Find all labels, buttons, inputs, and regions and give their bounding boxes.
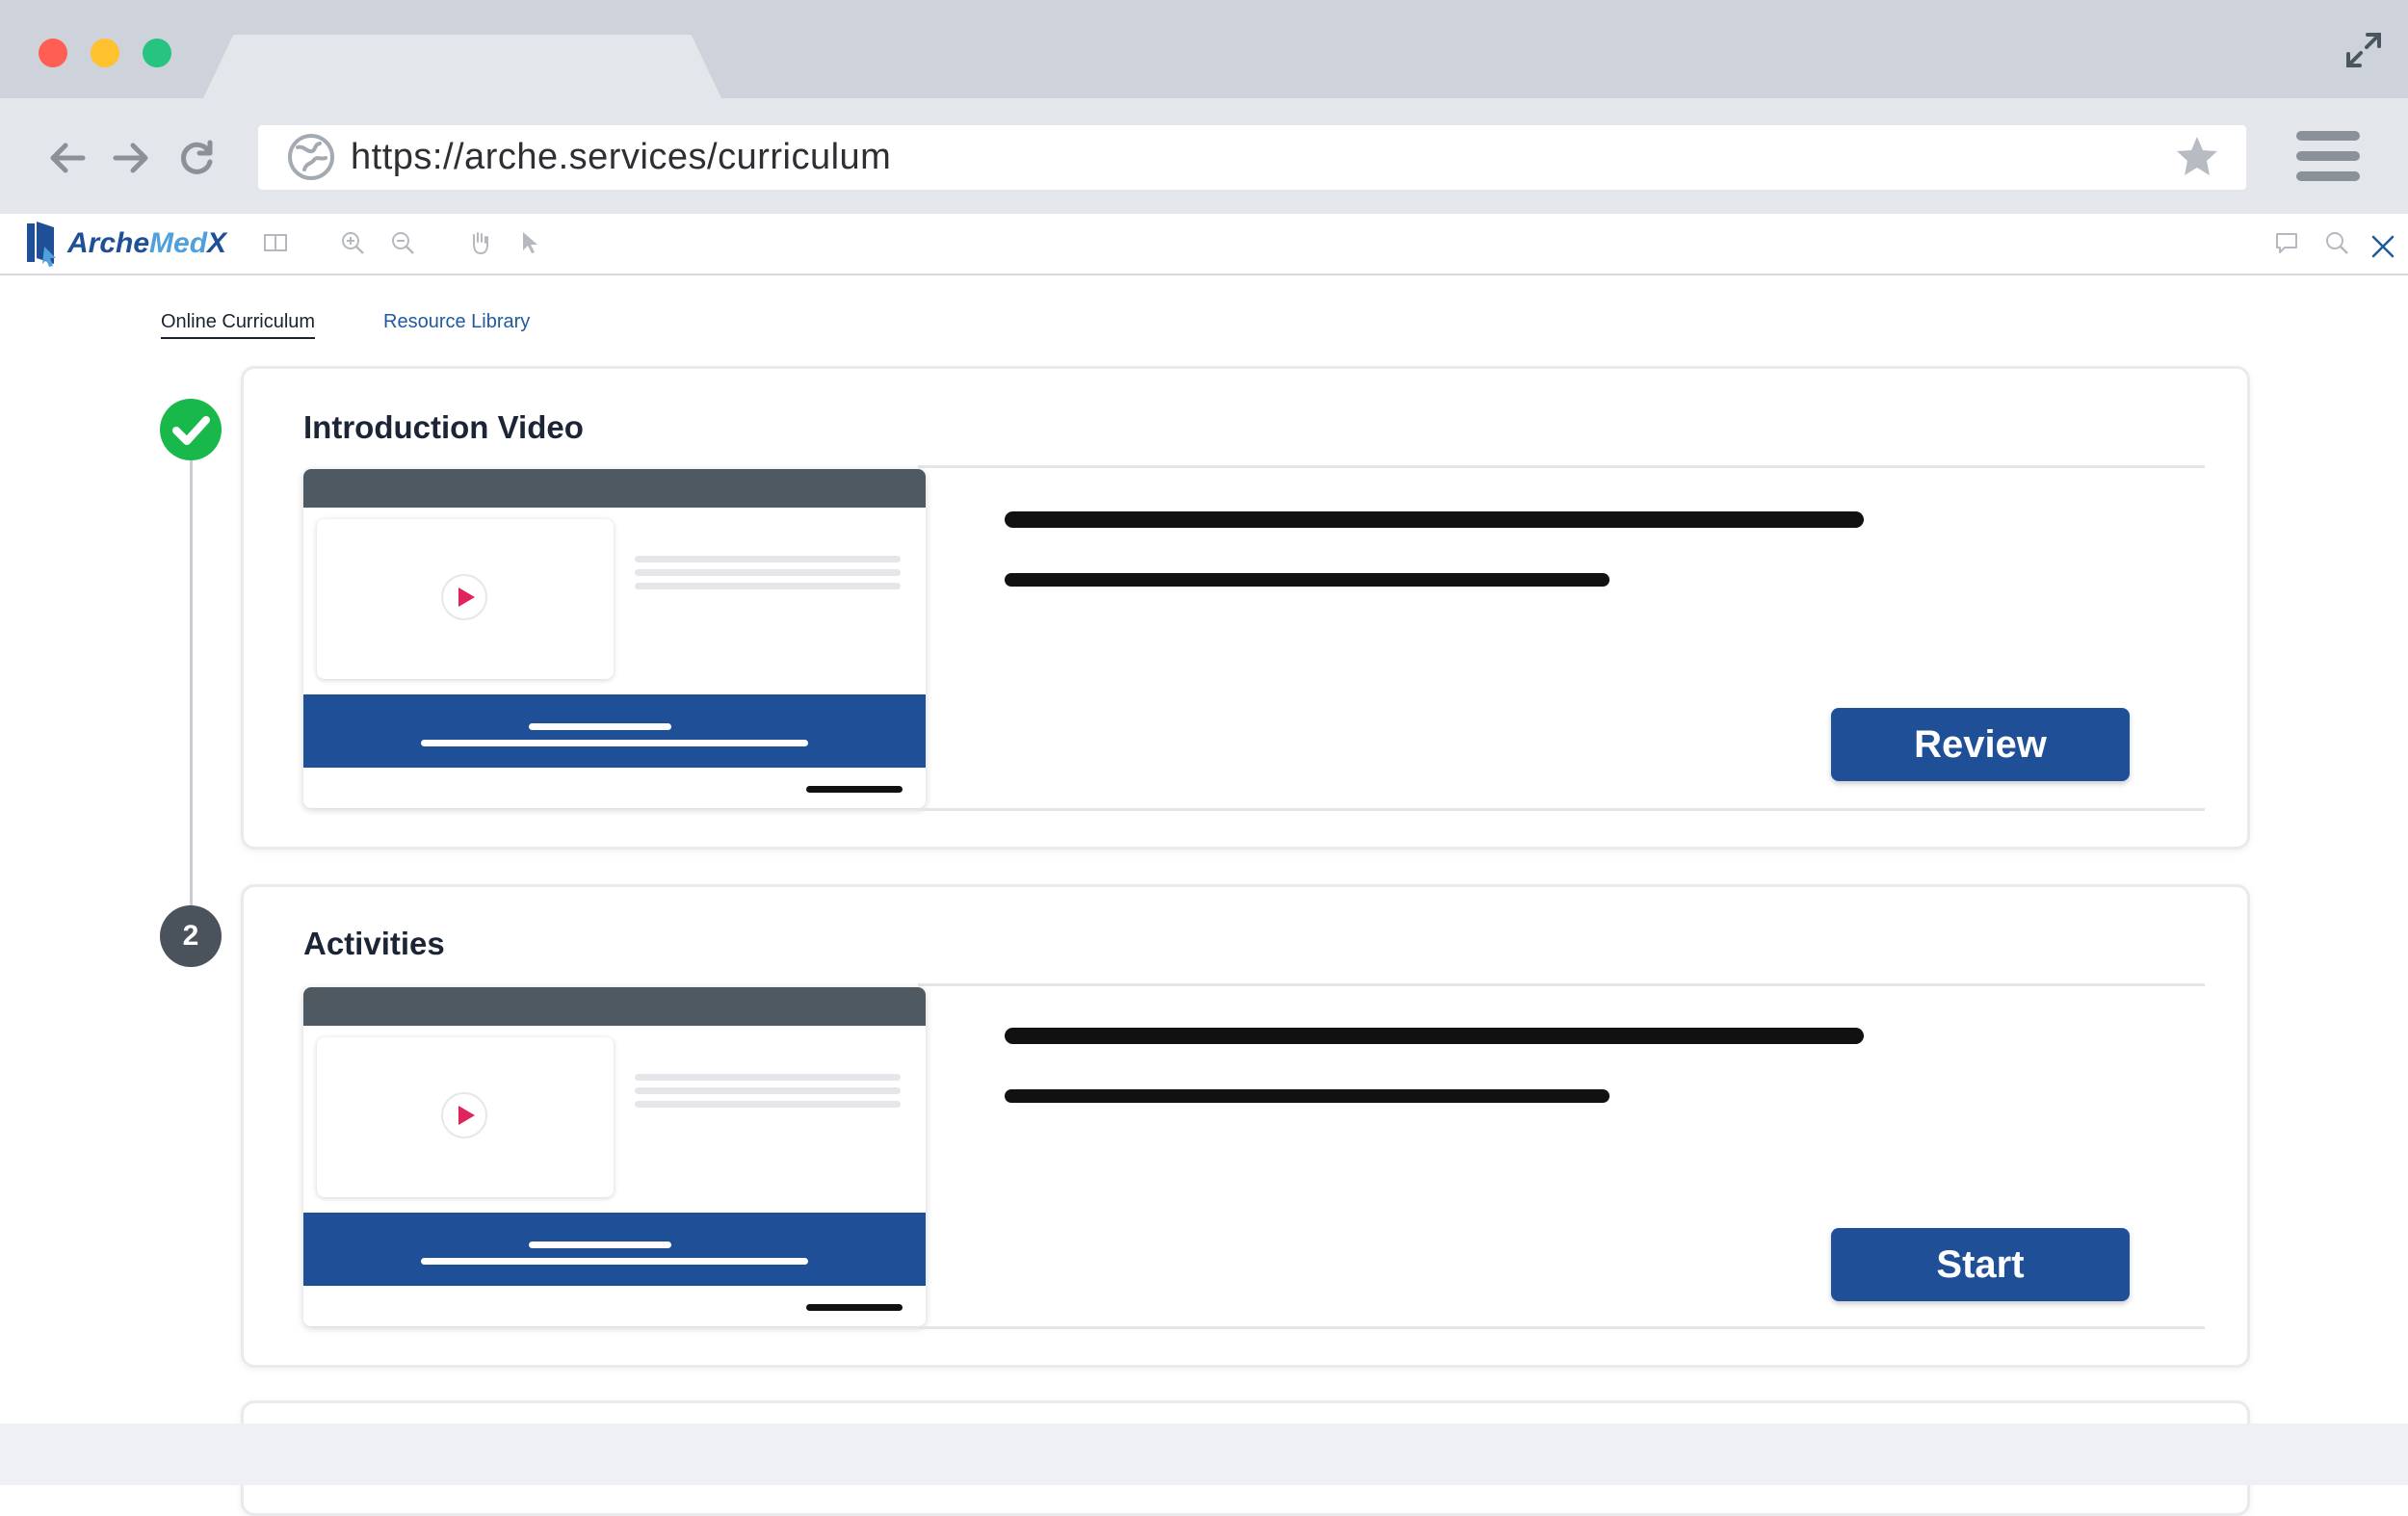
logo-accent: Med (149, 227, 208, 259)
thumbnail-band-line (529, 723, 671, 730)
sidebar-toggle-icon[interactable] (262, 229, 289, 256)
thumbnail-text-line (635, 583, 901, 589)
step-title: Introduction Video (303, 409, 584, 445)
reload-icon[interactable] (173, 135, 220, 181)
divider (918, 1326, 2205, 1329)
thumbnail-header (303, 469, 926, 508)
thumbnail-header (303, 987, 926, 1026)
thumbnail-band-line (421, 1258, 808, 1265)
thumbnail-text-line (635, 1087, 901, 1094)
tab-online-curriculum[interactable]: Online Curriculum (161, 308, 316, 339)
lesson-thumbnail[interactable] (303, 469, 926, 808)
step-title: Activities (303, 926, 445, 961)
step-card-activities: Activities Start (241, 884, 2250, 1368)
window-bottom-bar (0, 1424, 2408, 1485)
step-number-badge: 2 (160, 905, 222, 967)
app-logo[interactable]: ArcheMedX (67, 222, 226, 266)
divider (918, 465, 2205, 468)
search-icon[interactable] (2323, 229, 2350, 256)
window-close-button[interactable] (39, 39, 67, 67)
browser-tab[interactable] (202, 35, 722, 100)
pointer-icon[interactable] (516, 229, 543, 256)
step-card-introduction-video: Introduction Video Review (241, 366, 2250, 849)
hand-tool-icon[interactable] (466, 229, 493, 256)
archemedx-logo-icon (25, 220, 64, 270)
expand-icon[interactable] (2343, 29, 2385, 71)
thumbnail-band (303, 694, 926, 768)
forward-arrow-icon[interactable] (108, 135, 154, 181)
close-icon[interactable] (2369, 233, 2396, 260)
thumbnail-text-line (635, 569, 901, 576)
thumbnail-footer-line (806, 1304, 903, 1311)
thumbnail-band-line (421, 740, 808, 746)
divider (918, 808, 2205, 811)
window-minimize-button[interactable] (91, 39, 119, 67)
thumbnail-video-frame (317, 1037, 614, 1197)
thumbnail-video-frame (317, 519, 614, 679)
logo-suffix: X (207, 227, 227, 259)
zoom-out-icon[interactable] (389, 229, 416, 256)
thumbnail-text-line (635, 1074, 901, 1081)
back-arrow-icon[interactable] (44, 135, 91, 181)
play-icon (440, 1091, 488, 1139)
thumbnail-text-line (635, 556, 901, 562)
hamburger-menu-icon[interactable] (2296, 131, 2360, 181)
description-placeholder-line (1005, 1028, 1864, 1044)
description-placeholder-line (1005, 511, 1864, 528)
description-placeholder-line (1005, 1089, 1610, 1103)
thumbnail-text-line (635, 1101, 901, 1108)
thumbnail-footer-line (806, 786, 903, 793)
thumbnail-band-line (529, 1242, 671, 1248)
thumbnail-band (303, 1213, 926, 1286)
zoom-in-icon[interactable] (339, 229, 366, 256)
comment-icon[interactable] (2273, 229, 2300, 256)
tab-resource-library[interactable]: Resource Library (383, 308, 530, 335)
star-icon[interactable] (2173, 133, 2221, 181)
timeline-connector (190, 460, 193, 913)
step-complete-badge (160, 399, 222, 460)
window-maximize-button[interactable] (143, 39, 171, 67)
review-button[interactable]: Review (1831, 708, 2130, 781)
description-placeholder-line (1005, 573, 1610, 587)
lesson-thumbnail[interactable] (303, 987, 926, 1326)
play-icon (440, 573, 488, 621)
checkmark-icon (172, 416, 210, 445)
divider (918, 983, 2205, 986)
globe-icon (285, 131, 337, 183)
start-button[interactable]: Start (1831, 1228, 2130, 1301)
logo-prefix: Arche (67, 227, 150, 259)
url-text[interactable]: https://arche.services/curriculum (351, 135, 891, 179)
